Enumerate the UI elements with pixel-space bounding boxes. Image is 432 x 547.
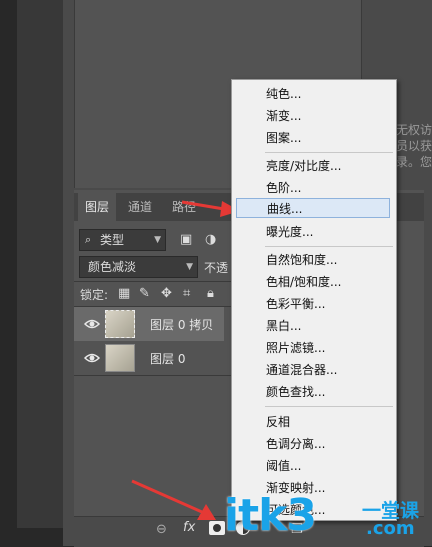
menu-item-vibrance[interactable]: 自然饱和度... (266, 250, 391, 270)
chevron-down-icon: ▼ (186, 262, 193, 272)
blend-mode-dropdown[interactable]: 颜色减淡 ▼ (79, 256, 198, 278)
adjustment-layer-menu: 纯色... 渐变... 图案... 亮度/对比度... 色阶... 曲线... … (231, 79, 397, 521)
layer-thumbnail (105, 344, 135, 372)
layer-row[interactable]: 图层 0 (74, 341, 224, 375)
search-icon: ⌕ (85, 233, 92, 246)
left-margin (0, 0, 17, 546)
brush-icon[interactable]: ✎ (139, 286, 150, 302)
blend-mode-value: 颜色减淡 (88, 260, 137, 274)
menu-item-photo-filter[interactable]: 照片滤镜... (266, 338, 391, 358)
menu-divider (265, 246, 393, 247)
move-icon[interactable]: ✥ (161, 286, 172, 302)
menu-item-color-balance[interactable]: 色彩平衡... (266, 294, 391, 314)
layer-name[interactable]: 图层 0 (150, 350, 185, 367)
menu-item-solid-color[interactable]: 纯色... (266, 84, 391, 104)
link-icon[interactable]: ⊖ (156, 522, 167, 538)
layer-thumbnail (105, 310, 135, 338)
menu-item-gradient[interactable]: 渐变... (266, 106, 391, 126)
eye-icon[interactable] (84, 316, 100, 332)
watermark-brand: itk3 (224, 490, 317, 541)
artboard-icon[interactable]: ⌗ (183, 286, 190, 302)
lock-label: 锁定: (80, 288, 109, 302)
opacity-label: 不透 (204, 261, 229, 275)
menu-item-levels[interactable]: 色阶... (266, 178, 391, 198)
layer-filter-dropdown[interactable]: ⌕ 类型 ▼ (79, 229, 166, 251)
menu-item-pattern[interactable]: 图案... (266, 128, 391, 148)
lock-transparent-icon[interactable]: ▦ (118, 286, 130, 302)
filter-label: 类型 (100, 233, 125, 247)
layer-row-copy[interactable]: 图层 0 拷贝 (74, 307, 224, 341)
menu-divider (265, 406, 393, 407)
menu-item-color-lookup[interactable]: 颜色查找... (266, 382, 391, 402)
lock-icon[interactable]: 🔒︎ (207, 286, 214, 302)
left-dock-panel (17, 0, 63, 528)
divider (74, 375, 231, 376)
layer-name[interactable]: 图层 0 拷贝 (150, 316, 213, 333)
menu-item-channel-mixer[interactable]: 通道混合器... (266, 360, 391, 380)
watermark-domain: .com (366, 518, 415, 539)
chevron-down-icon: ▼ (154, 235, 161, 245)
menu-item-posterize[interactable]: 色调分离... (266, 434, 391, 454)
annotation-arrow-icon (131, 479, 216, 520)
menu-item-curves[interactable]: 曲线... (236, 198, 390, 218)
menu-item-invert[interactable]: 反相 (266, 412, 391, 432)
image-filter-icon[interactable]: ▣ (180, 232, 192, 248)
menu-item-hue-saturation[interactable]: 色相/饱和度... (266, 272, 391, 292)
mask-icon (213, 524, 221, 532)
watermark-logo: itk3 一堂课 .com (224, 490, 432, 546)
tab-channels[interactable]: 通道 (120, 193, 160, 221)
menu-item-threshold[interactable]: 阈值... (266, 456, 391, 476)
right-panel-text: 无权访 员以获 录。您 (396, 123, 432, 169)
tab-layers[interactable]: 图层 (78, 193, 116, 221)
menu-item-exposure[interactable]: 曝光度... (266, 222, 391, 242)
menu-item-black-white[interactable]: 黑白... (266, 316, 391, 336)
menu-divider (265, 152, 393, 153)
divider (74, 281, 231, 282)
menu-item-brightness-contrast[interactable]: 亮度/对比度... (266, 156, 391, 176)
eye-icon[interactable] (84, 350, 100, 366)
adjustment-filter-icon[interactable]: ◑ (205, 232, 216, 248)
